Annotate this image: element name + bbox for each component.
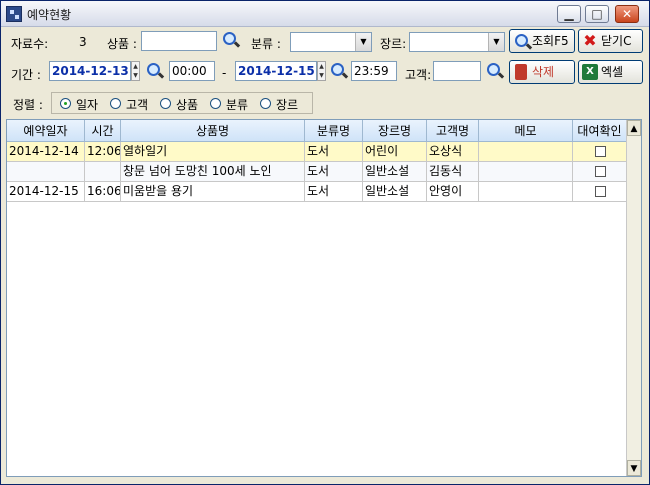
chevron-down-icon[interactable]: ▼ — [488, 33, 504, 51]
minimize-button[interactable]: ▁ — [557, 5, 581, 23]
cell-rental-check — [573, 182, 627, 202]
rental-checkbox[interactable] — [595, 146, 606, 157]
col-header-date[interactable]: 예약일자 — [7, 120, 85, 142]
product-input[interactable] — [141, 31, 217, 51]
cell-memo[interactable] — [479, 162, 573, 182]
cell-category[interactable]: 도서 — [305, 182, 363, 202]
filter-row-2: 기간 : 2014-12-13 ▲ ▼ 00:00 - 2014-12-15 ▲ ▼… — [3, 59, 647, 101]
app-icon — [6, 6, 22, 22]
cell-category[interactable]: 도서 — [305, 142, 363, 162]
genre-label: 장르: — [380, 37, 407, 51]
end-date-input[interactable]: 2014-12-15 — [235, 61, 317, 81]
window-title: 예약현황 — [27, 8, 72, 22]
reservation-window: 예약현황 ▁ □ ✕ 자료수: 3 상품 : 분류 : ▼ 장르: ▼ 조회F5… — [0, 0, 650, 485]
sort-option-date[interactable]: 일자 — [76, 96, 98, 113]
category-select[interactable]: ▼ — [290, 32, 372, 52]
start-date-spinner[interactable]: ▲ ▼ — [131, 61, 140, 81]
cell-rental-check — [573, 142, 627, 162]
col-header-rental-check[interactable]: 대여확인 — [573, 120, 627, 142]
cell-genre[interactable]: 일반소설 — [363, 162, 427, 182]
search-icon — [513, 33, 533, 50]
rental-checkbox[interactable] — [595, 186, 606, 197]
start-date-input[interactable]: 2014-12-13 — [49, 61, 131, 81]
table-row[interactable]: 창문 넘어 도망친 100세 노인 도서 일반소설 김동식 — [7, 162, 627, 182]
col-header-time[interactable]: 시간 — [85, 120, 121, 142]
scroll-down-icon[interactable]: ▼ — [627, 460, 641, 476]
sort-label: 정렬 : — [13, 98, 43, 112]
cell-time[interactable] — [85, 162, 121, 182]
col-header-memo[interactable]: 메모 — [479, 120, 573, 142]
cell-rental-check — [573, 162, 627, 182]
delete-button[interactable]: 삭제 F4 — [509, 60, 575, 101]
col-header-customer[interactable]: 고객명 — [427, 120, 479, 142]
chevron-down-icon[interactable]: ▼ — [355, 33, 371, 51]
cell-product[interactable]: 열하일기 — [121, 142, 305, 162]
search-button[interactable]: 조회F5 — [509, 29, 575, 53]
close-button-label: 닫기C — [601, 34, 632, 48]
cell-memo[interactable] — [479, 182, 573, 202]
end-date-picker-icon[interactable] — [329, 62, 349, 82]
close-button[interactable]: ✖ 닫기C — [578, 29, 643, 53]
cell-customer[interactable]: 오상식 — [427, 142, 479, 162]
sort-option-genre[interactable]: 장르 — [276, 96, 298, 113]
cell-memo[interactable] — [479, 142, 573, 162]
category-label: 분류 : — [251, 37, 281, 51]
start-time-input[interactable]: 00:00 — [169, 61, 215, 81]
reservation-grid[interactable]: 예약일자 시간 상품명 분류명 장르명 고객명 메모 대여확인 2014-12-… — [6, 119, 642, 477]
sort-radio-group: 일자 고객 상품 분류 장르 — [51, 92, 313, 114]
sort-radio-date[interactable] — [60, 98, 71, 109]
sort-option-customer[interactable]: 고객 — [126, 96, 148, 113]
period-label: 기간 : — [11, 68, 41, 82]
excel-button[interactable]: X 엑셀 F8 — [578, 60, 643, 101]
customer-search-icon[interactable] — [485, 62, 505, 82]
sort-radio-category[interactable] — [210, 98, 221, 109]
end-time-input[interactable]: 23:59 — [351, 61, 397, 81]
count-value: 3 — [79, 35, 87, 49]
start-date-picker-icon[interactable] — [145, 62, 165, 82]
sort-row: 정렬 : 일자 고객 상품 분류 장르 — [3, 89, 647, 117]
cell-customer[interactable]: 김동식 — [427, 162, 479, 182]
product-search-icon[interactable] — [221, 31, 241, 51]
maximize-button[interactable]: □ — [585, 5, 609, 23]
close-window-button[interactable]: ✕ — [615, 5, 639, 23]
grid-header: 예약일자 시간 상품명 분류명 장르명 고객명 메모 대여확인 — [7, 120, 627, 142]
customer-input[interactable] — [433, 61, 481, 81]
excel-icon: X — [582, 64, 598, 80]
table-row[interactable]: 2014-12-14 12:06 열하일기 도서 어린이 오상식 — [7, 142, 627, 162]
cell-product[interactable]: 미움받을 용기 — [121, 182, 305, 202]
cell-product[interactable]: 창문 넘어 도망친 100세 노인 — [121, 162, 305, 182]
filter-row-1: 자료수: 3 상품 : 분류 : ▼ 장르: ▼ 조회F5 ✖ 닫기C — [3, 29, 647, 57]
cell-date[interactable]: 2014-12-15 — [7, 182, 85, 202]
col-header-genre[interactable]: 장르명 — [363, 120, 427, 142]
cell-genre[interactable]: 일반소설 — [363, 182, 427, 202]
cell-date[interactable]: 2014-12-14 — [7, 142, 85, 162]
rental-checkbox[interactable] — [595, 166, 606, 177]
genre-select[interactable]: ▼ — [409, 32, 505, 52]
cell-genre[interactable]: 어린이 — [363, 142, 427, 162]
search-button-label: 조회F5 — [532, 34, 569, 48]
sort-radio-customer[interactable] — [110, 98, 121, 109]
title-bar: 예약현황 ▁ □ ✕ — [1, 1, 649, 27]
cell-customer[interactable]: 안영이 — [427, 182, 479, 202]
vertical-scrollbar[interactable]: ▲ ▼ — [626, 120, 641, 476]
sort-radio-product[interactable] — [160, 98, 171, 109]
cell-time[interactable]: 12:06 — [85, 142, 121, 162]
cell-time[interactable]: 16:06 — [85, 182, 121, 202]
close-icon: ✖ — [583, 31, 597, 50]
cell-date[interactable] — [7, 162, 85, 182]
count-label: 자료수: — [11, 37, 49, 51]
col-header-product[interactable]: 상품명 — [121, 120, 305, 142]
end-date-spinner[interactable]: ▲ ▼ — [317, 61, 326, 81]
product-label: 상품 : — [107, 37, 137, 51]
sort-option-product[interactable]: 상품 — [176, 96, 198, 113]
col-header-category[interactable]: 분류명 — [305, 120, 363, 142]
cell-category[interactable]: 도서 — [305, 162, 363, 182]
sort-radio-genre[interactable] — [260, 98, 271, 109]
customer-label: 고객: — [405, 68, 432, 82]
sort-option-category[interactable]: 분류 — [226, 96, 248, 113]
period-dash: - — [222, 66, 227, 80]
table-row[interactable]: 2014-12-15 16:06 미움받을 용기 도서 일반소설 안영이 — [7, 182, 627, 202]
scroll-up-icon[interactable]: ▲ — [627, 120, 641, 136]
trash-icon — [515, 64, 527, 80]
